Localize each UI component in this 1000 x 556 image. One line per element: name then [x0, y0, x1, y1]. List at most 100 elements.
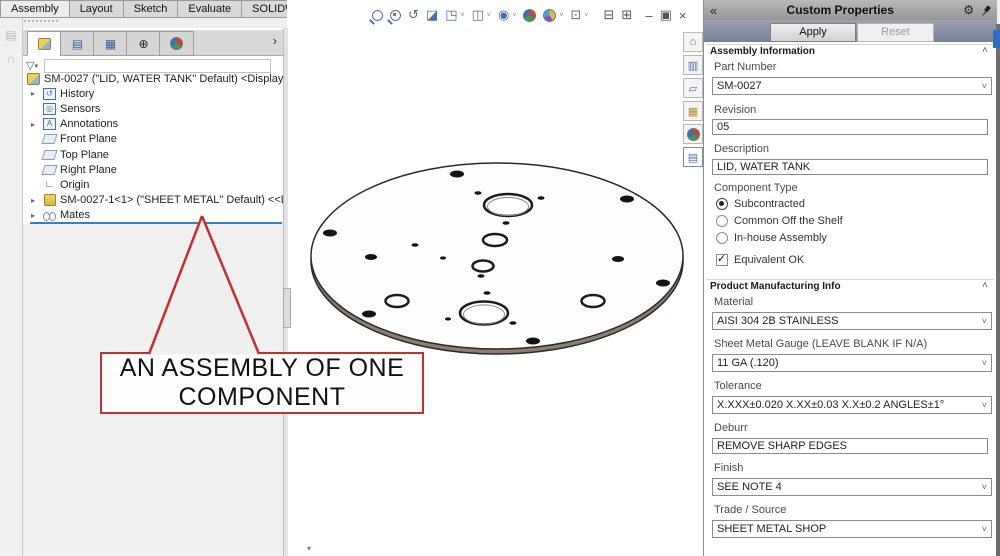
- chevron-down-icon: ˅: [982, 81, 987, 91]
- panel-splitter-handle[interactable]: [283, 288, 291, 328]
- tab-strip-more-icon[interactable]: ›: [273, 33, 277, 48]
- pane-left-icon[interactable]: ⊟: [604, 7, 615, 23]
- chevron-down-icon: ˅: [982, 358, 987, 368]
- design-library-tab[interactable]: ▥: [683, 55, 703, 75]
- tree-item-component-sm-0027-1[interactable]: ▸SM-0027-1<1> ("SHEET METAL" Default) <<…: [23, 193, 283, 208]
- custom-properties-icon: ▤: [688, 151, 698, 164]
- section-collapse-icon[interactable]: ˄: [982, 45, 988, 56]
- tree-item-label: Origin: [60, 179, 89, 191]
- tree-item-right-plane[interactable]: ▸Right Plane: [23, 162, 283, 177]
- tree-item-mates[interactable]: ▸Mates: [23, 208, 283, 223]
- hide-show-dropdown-icon[interactable]: ˅: [512, 12, 516, 19]
- tab-propertymanager[interactable]: ▤: [60, 31, 95, 56]
- radio-button-icon[interactable]: [716, 198, 728, 210]
- component-type-label: Component Type: [714, 182, 798, 194]
- callout-text-line2: COMPONENT: [179, 383, 346, 412]
- chevron-down-icon: ˅: [982, 400, 987, 410]
- filter-dropdown-icon[interactable]: ▾: [34, 62, 38, 70]
- zoom-to-fit-icon[interactable]: [372, 10, 383, 21]
- checkbox-icon[interactable]: [716, 254, 728, 266]
- restore-icon[interactable]: ▣: [660, 7, 672, 23]
- expand-arrow-icon[interactable]: ▸: [31, 211, 43, 220]
- tab-featuremanager-tree[interactable]: [27, 31, 62, 56]
- assembly-tree-icon: [38, 38, 51, 50]
- tab-displaymanager[interactable]: [159, 31, 194, 56]
- revision-field[interactable]: [712, 119, 988, 135]
- pane-right-icon[interactable]: ⊞: [621, 7, 632, 23]
- description-field[interactable]: [712, 159, 988, 175]
- view-orientation-icon[interactable]: ◳: [445, 7, 457, 23]
- tree-item-label: Top Plane: [60, 149, 109, 161]
- section-view-icon[interactable]: ◪: [426, 7, 438, 23]
- tab-layout[interactable]: Layout: [70, 0, 124, 18]
- view-settings-icon[interactable]: ⊡: [571, 7, 582, 23]
- tab-configurationmanager[interactable]: ▦: [93, 31, 128, 56]
- origin-icon: ∟: [45, 179, 55, 190]
- revision-label: Revision: [714, 104, 756, 116]
- radio-subcontracted[interactable]: Subcontracted: [716, 198, 805, 210]
- feature-manager-tab-strip: ▤ ▦ ⊕ ›: [23, 30, 283, 56]
- sheet-metal-gauge-combo[interactable]: 11 GA (.120) ˅: [712, 354, 992, 372]
- close-icon[interactable]: ×: [679, 8, 687, 23]
- radio-button-icon[interactable]: [716, 232, 728, 244]
- gear-icon[interactable]: ⚙: [963, 3, 974, 17]
- expand-arrow-icon[interactable]: ▸: [31, 196, 43, 205]
- zoom-to-area-icon[interactable]: [390, 10, 401, 21]
- equivalent-ok-checkbox-row[interactable]: Equivalent OK: [716, 254, 804, 266]
- panel-collapse-icon[interactable]: «: [710, 3, 717, 18]
- solidworks-resources-tab[interactable]: ⌂: [683, 32, 703, 52]
- flyout-side-tab[interactable]: [993, 30, 1000, 48]
- custom-properties-tab[interactable]: ▤: [683, 147, 703, 167]
- file-explorer-tab[interactable]: ▱: [683, 78, 703, 98]
- tab-assembly[interactable]: Assembly: [0, 0, 70, 18]
- tab-dimxpertmanager[interactable]: ⊕: [126, 31, 161, 56]
- material-combo[interactable]: AISI 304 2B STAINLESS ˅: [712, 312, 992, 330]
- tree-item-origin[interactable]: ▸∟Origin: [23, 177, 283, 192]
- radio-button-icon[interactable]: [716, 215, 728, 227]
- view-settings-dropdown-icon[interactable]: ˅: [584, 12, 588, 19]
- callout-text-line1: AN ASSEMBLY OF ONE: [120, 354, 405, 383]
- appearances-tab[interactable]: [683, 124, 703, 144]
- display-style-dropdown-icon[interactable]: ˅: [487, 12, 491, 19]
- minimize-icon[interactable]: –: [645, 8, 652, 23]
- trade-source-combo[interactable]: SHEET METAL SHOP ˅: [712, 520, 992, 538]
- part-lid-water-tank[interactable]: [287, 0, 703, 556]
- edit-appearance-icon[interactable]: [523, 9, 536, 22]
- view-palette-tab[interactable]: ▦: [683, 101, 703, 121]
- tolerance-combo[interactable]: X.XXX±0.020 X.XX±0.03 X.X±0.2 ANGLES±1° …: [712, 396, 992, 414]
- material-value: AISI 304 2B STAINLESS: [717, 315, 982, 327]
- sketch-profile-icon[interactable]: ∩: [0, 52, 22, 66]
- part-number-combo[interactable]: SM-0027 ˅: [712, 77, 992, 95]
- radio-in-house-assembly[interactable]: In-house Assembly: [716, 232, 827, 244]
- sensors-icon: ◎: [43, 103, 56, 115]
- apply-button[interactable]: Apply: [770, 23, 856, 42]
- apply-scene-dropdown-icon[interactable]: ˅: [559, 12, 563, 19]
- tree-item-history[interactable]: ▸↺History: [23, 86, 283, 101]
- tree-item-front-plane[interactable]: ▸Front Plane: [23, 132, 283, 147]
- display-style-icon[interactable]: ◫: [472, 7, 484, 23]
- tab-sketch[interactable]: Sketch: [124, 0, 179, 18]
- history-folder-icon: ↺: [43, 88, 56, 100]
- deburr-field[interactable]: [712, 438, 988, 454]
- tree-item-top-plane[interactable]: ▸Top Plane: [23, 147, 283, 162]
- expand-arrow-icon[interactable]: ▸: [31, 89, 43, 98]
- tree-item-assembly-root[interactable]: SM-0027 ("LID, WATER TANK" Default) <Dis…: [23, 71, 283, 86]
- expand-arrow-icon[interactable]: ▸: [31, 120, 43, 129]
- previous-view-icon[interactable]: ↺: [408, 7, 419, 23]
- pin-icon[interactable]: [978, 2, 993, 17]
- view-orientation-dropdown-icon[interactable]: ˅: [461, 12, 465, 19]
- tab-evaluate[interactable]: Evaluate: [178, 0, 242, 18]
- tree-item-label: Front Plane: [60, 133, 117, 145]
- finish-combo[interactable]: SEE NOTE 4 ˅: [712, 478, 992, 496]
- tree-item-sensors[interactable]: ▸◎Sensors: [23, 101, 283, 116]
- tree-item-annotations[interactable]: ▸AAnnotations: [23, 117, 283, 132]
- hide-show-items-icon[interactable]: ◉: [498, 7, 509, 23]
- section-collapse-icon[interactable]: ˄: [982, 280, 988, 291]
- radio-common-off-the-shelf[interactable]: Common Off the Shelf: [716, 215, 843, 227]
- assembly-feature-icon[interactable]: ▤: [0, 28, 22, 42]
- section-assembly-information: Assembly Information: [710, 46, 815, 57]
- apply-scene-icon[interactable]: [543, 9, 556, 22]
- reset-button[interactable]: Reset: [857, 23, 934, 42]
- trade-source-value: SHEET METAL SHOP: [717, 523, 982, 535]
- panel-title: Custom Properties: [717, 3, 963, 17]
